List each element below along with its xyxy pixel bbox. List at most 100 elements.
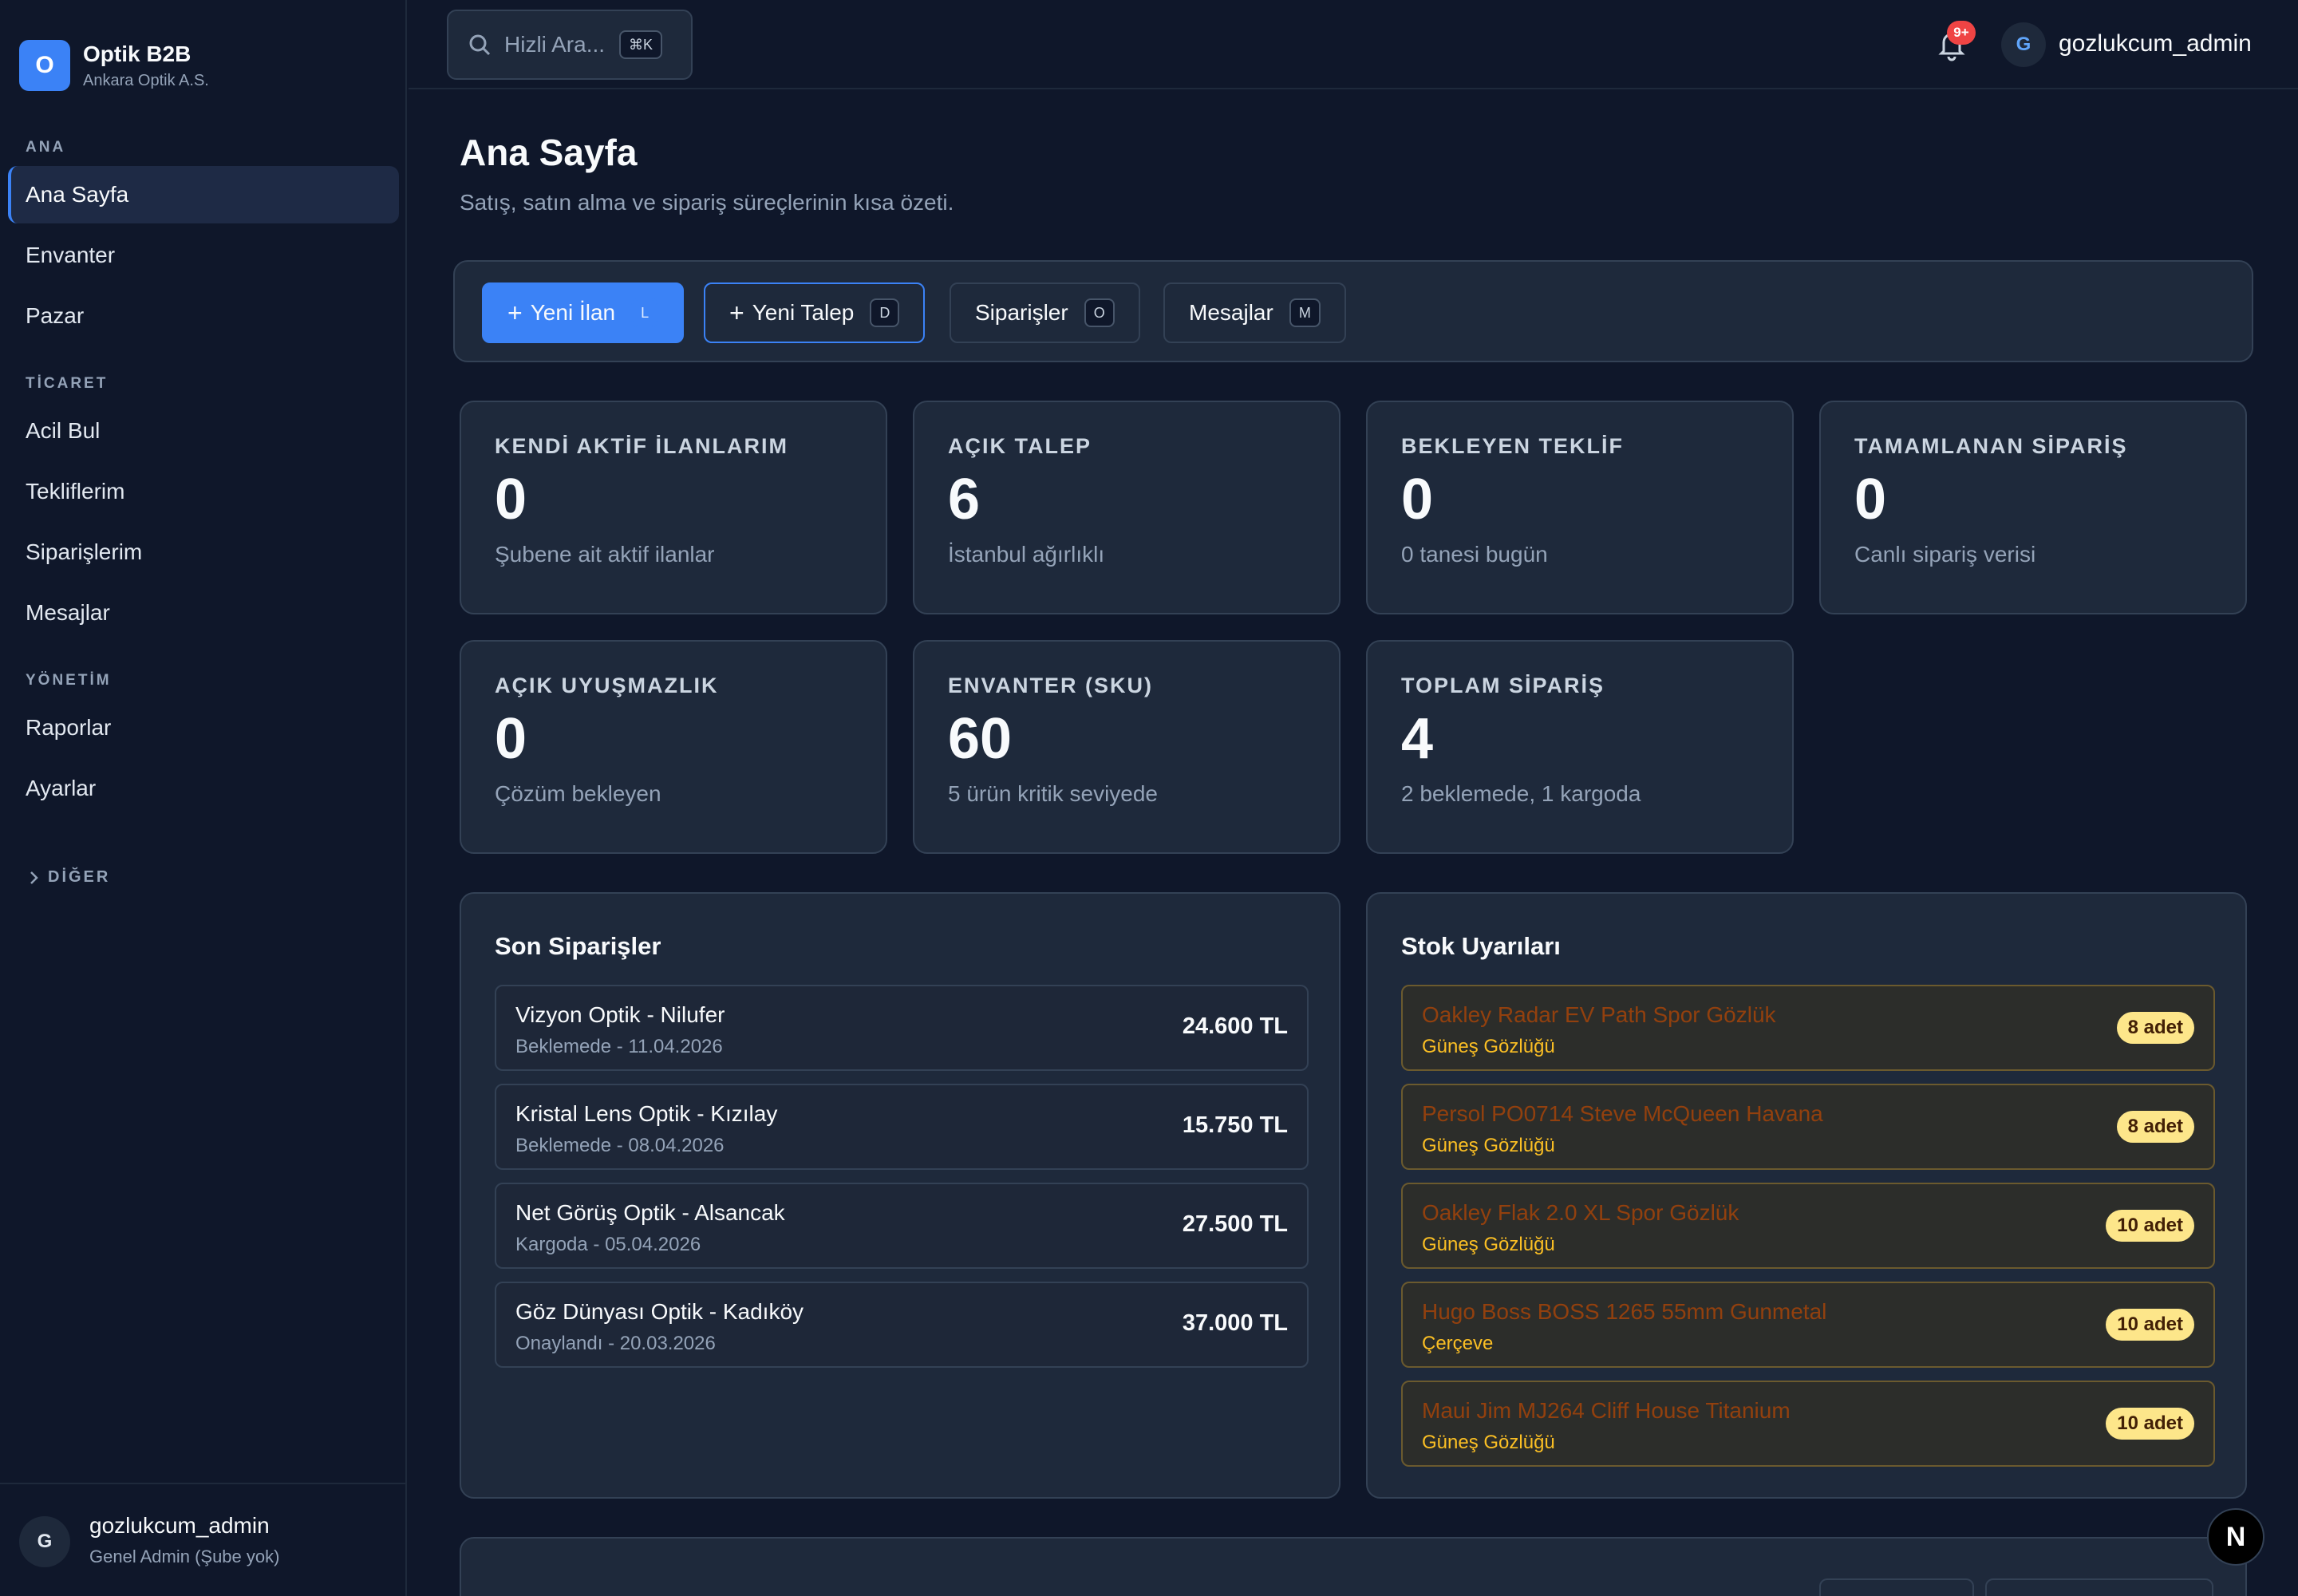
page-subtitle: Satış, satın alma ve sipariş süreçlerini…	[460, 190, 954, 215]
order-customer: Net Görüş Optik - Alsancak	[515, 1200, 785, 1225]
stat-card-open-disputes[interactable]: AÇIK UYUŞMAZLIK 0 Çözüm bekleyen	[460, 640, 887, 854]
brand-name: Optik B2B	[83, 41, 192, 66]
stat-card-total-orders[interactable]: TOPLAM SİPARİŞ 4 2 beklemede, 1 kargoda	[1366, 640, 1794, 854]
stat-label: ENVANTER (SKU)	[948, 674, 1153, 697]
sidebar-user-role: Genel Admin (Şube yok)	[89, 1547, 280, 1566]
stock-product: Maui Jim MJ264 Cliff House Titanium	[1422, 1398, 1791, 1423]
bottom-panel-button[interactable]	[1985, 1578, 2213, 1596]
list-item[interactable]: Vizyon Optik - Nilufer Beklemede - 11.04…	[495, 985, 1309, 1071]
order-status: Beklemede - 11.04.2026	[515, 1036, 723, 1057]
stock-qty-badge: 10 adet	[2106, 1309, 2194, 1341]
order-status: Beklemede - 08.04.2026	[515, 1135, 725, 1156]
orders-label: Siparişler	[975, 300, 1068, 325]
list-item[interactable]: Oakley Flak 2.0 XL Spor Gözlük Güneş Göz…	[1401, 1183, 2215, 1269]
messages-label: Mesajlar	[1189, 300, 1273, 325]
messages-button[interactable]: Mesajlar M	[1163, 282, 1346, 343]
chevron-right-icon	[30, 871, 38, 884]
user-menu[interactable]: gozlukcum_admin	[2059, 30, 2252, 57]
new-listing-label: Yeni İlan	[530, 300, 616, 325]
plus-icon: +	[729, 298, 744, 327]
sidebar-other-toggle[interactable]: DİĞER	[29, 868, 110, 887]
recent-orders-title: Son Siparişler	[495, 932, 661, 960]
stock-product: Hugo Boss BOSS 1265 55mm Gunmetal	[1422, 1299, 1827, 1324]
sidebar-item-siparislerim[interactable]: Siparişlerim	[8, 523, 399, 581]
avatar: G	[19, 1516, 70, 1567]
stock-qty-badge: 10 adet	[2106, 1210, 2194, 1242]
stat-note: Çözüm bekleyen	[495, 780, 661, 806]
recent-orders-panel: Son Siparişler Vizyon Optik - Nilufer Be…	[460, 892, 1340, 1499]
sidebar-item-tekliflerim[interactable]: Tekliflerim	[8, 463, 399, 520]
sidebar-item-envanter[interactable]: Envanter	[8, 227, 399, 284]
order-amount: 24.600 TL	[1182, 1013, 1288, 1039]
sidebar-item-raporlar[interactable]: Raporlar	[8, 699, 399, 757]
stock-category: Güneş Gözlüğü	[1422, 1036, 1555, 1057]
stat-card-active-listings[interactable]: KENDİ AKTİF İLANLARIM 0 Şubene ait aktif…	[460, 401, 887, 614]
list-item[interactable]: Kristal Lens Optik - Kızılay Beklemede -…	[495, 1084, 1309, 1170]
order-amount: 37.000 TL	[1182, 1310, 1288, 1336]
order-amount: 27.500 TL	[1182, 1211, 1288, 1237]
search-placeholder: Hizli Ara...	[504, 32, 606, 57]
search-shortcut: ⌘K	[619, 30, 663, 59]
brand[interactable]: O Optik B2B Ankara Optik A.S.	[19, 40, 209, 91]
stat-label: TAMAMLANAN SİPARİŞ	[1854, 434, 2128, 458]
stat-label: TOPLAM SİPARİŞ	[1401, 674, 1605, 697]
stat-value: 4	[1401, 707, 1434, 771]
stat-note: İstanbul ağırlıklı	[948, 541, 1105, 567]
stat-value: 0	[1401, 468, 1434, 531]
list-item[interactable]: Maui Jim MJ264 Cliff House Titanium Güne…	[1401, 1381, 2215, 1467]
stock-category: Güneş Gözlüğü	[1422, 1135, 1555, 1156]
list-item[interactable]: Göz Dünyası Optik - Kadıköy Onaylandı - …	[495, 1282, 1309, 1368]
stat-value: 60	[948, 707, 1013, 771]
search-input[interactable]: Hizli Ara... ⌘K	[447, 10, 693, 80]
sidebar: O Optik B2B Ankara Optik A.S. ANA Ana Sa…	[0, 0, 407, 1596]
brand-company: Ankara Optik A.S.	[83, 71, 209, 89]
sidebar-item-ana-sayfa[interactable]: Ana Sayfa	[8, 166, 399, 223]
bottom-panel-button[interactable]	[1819, 1578, 1974, 1596]
order-customer: Vizyon Optik - Nilufer	[515, 1002, 725, 1027]
stock-qty-badge: 8 adet	[2116, 1012, 2194, 1044]
list-item[interactable]: Oakley Radar EV Path Spor Gözlük Güneş G…	[1401, 985, 2215, 1071]
list-item[interactable]: Net Görüş Optik - Alsancak Kargoda - 05.…	[495, 1183, 1309, 1269]
list-item[interactable]: Persol PO0714 Steve McQueen Havana Güneş…	[1401, 1084, 2215, 1170]
stat-note: 5 ürün kritik seviyede	[948, 780, 1159, 806]
new-listing-shortcut: L	[631, 298, 659, 327]
stock-product: Oakley Flak 2.0 XL Spor Gözlük	[1422, 1200, 1739, 1225]
quick-actions: + Yeni İlan L + Yeni Talep D Siparişler …	[453, 260, 2253, 362]
page-title: Ana Sayfa	[460, 132, 638, 173]
stat-value: 0	[1854, 468, 1887, 531]
stock-product: Oakley Radar EV Path Spor Gözlük	[1422, 1002, 1776, 1027]
sidebar-item-ayarlar[interactable]: Ayarlar	[8, 760, 399, 817]
stock-category: Güneş Gözlüğü	[1422, 1432, 1555, 1453]
stat-note: 0 tanesi bugün	[1401, 541, 1548, 567]
stock-alerts-panel: Stok Uyarıları Oakley Radar EV Path Spor…	[1366, 892, 2247, 1499]
new-request-button[interactable]: + Yeni Talep D	[704, 282, 926, 343]
stock-qty-badge: 10 adet	[2106, 1408, 2194, 1440]
stock-category: Güneş Gözlüğü	[1422, 1234, 1555, 1255]
sidebar-item-pazar[interactable]: Pazar	[8, 287, 399, 345]
sidebar-user[interactable]: G gozlukcum_admin Genel Admin (Şube yok)	[0, 1483, 405, 1596]
section-label-yonetim: YÖNETİM	[26, 672, 112, 689]
stat-card-pending-offers[interactable]: BEKLEYEN TEKLİF 0 0 tanesi bugün	[1366, 401, 1794, 614]
stock-category: Çerçeve	[1422, 1333, 1494, 1354]
order-customer: Kristal Lens Optik - Kızılay	[515, 1101, 778, 1126]
new-listing-button[interactable]: + Yeni İlan L	[482, 282, 685, 343]
dev-indicator-button[interactable]: N	[2207, 1508, 2264, 1566]
stat-card-inventory-sku[interactable]: ENVANTER (SKU) 60 5 ürün kritik seviyede	[913, 640, 1340, 854]
sidebar-item-acil-bul[interactable]: Acil Bul	[8, 402, 399, 460]
new-request-label: Yeni Talep	[752, 300, 855, 325]
section-label-ticaret: TİCARET	[26, 375, 109, 392]
stock-alerts-title: Stok Uyarıları	[1401, 932, 1561, 960]
list-item[interactable]: Hugo Boss BOSS 1265 55mm Gunmetal Çerçev…	[1401, 1282, 2215, 1368]
stat-label: KENDİ AKTİF İLANLARIM	[495, 434, 788, 458]
stat-card-completed-orders[interactable]: TAMAMLANAN SİPARİŞ 0 Canlı sipariş veris…	[1819, 401, 2247, 614]
orders-shortcut: O	[1084, 298, 1115, 327]
avatar[interactable]: G	[2001, 22, 2046, 67]
notification-badge: 9+	[1947, 21, 1976, 45]
stock-product: Persol PO0714 Steve McQueen Havana	[1422, 1101, 1823, 1126]
orders-button[interactable]: Siparişler O	[950, 282, 1140, 343]
order-amount: 15.750 TL	[1182, 1112, 1288, 1138]
order-customer: Göz Dünyası Optik - Kadıköy	[515, 1299, 804, 1324]
stat-label: AÇIK TALEP	[948, 434, 1092, 458]
sidebar-item-mesajlar[interactable]: Mesajlar	[8, 584, 399, 642]
stat-card-open-requests[interactable]: AÇIK TALEP 6 İstanbul ağırlıklı	[913, 401, 1340, 614]
